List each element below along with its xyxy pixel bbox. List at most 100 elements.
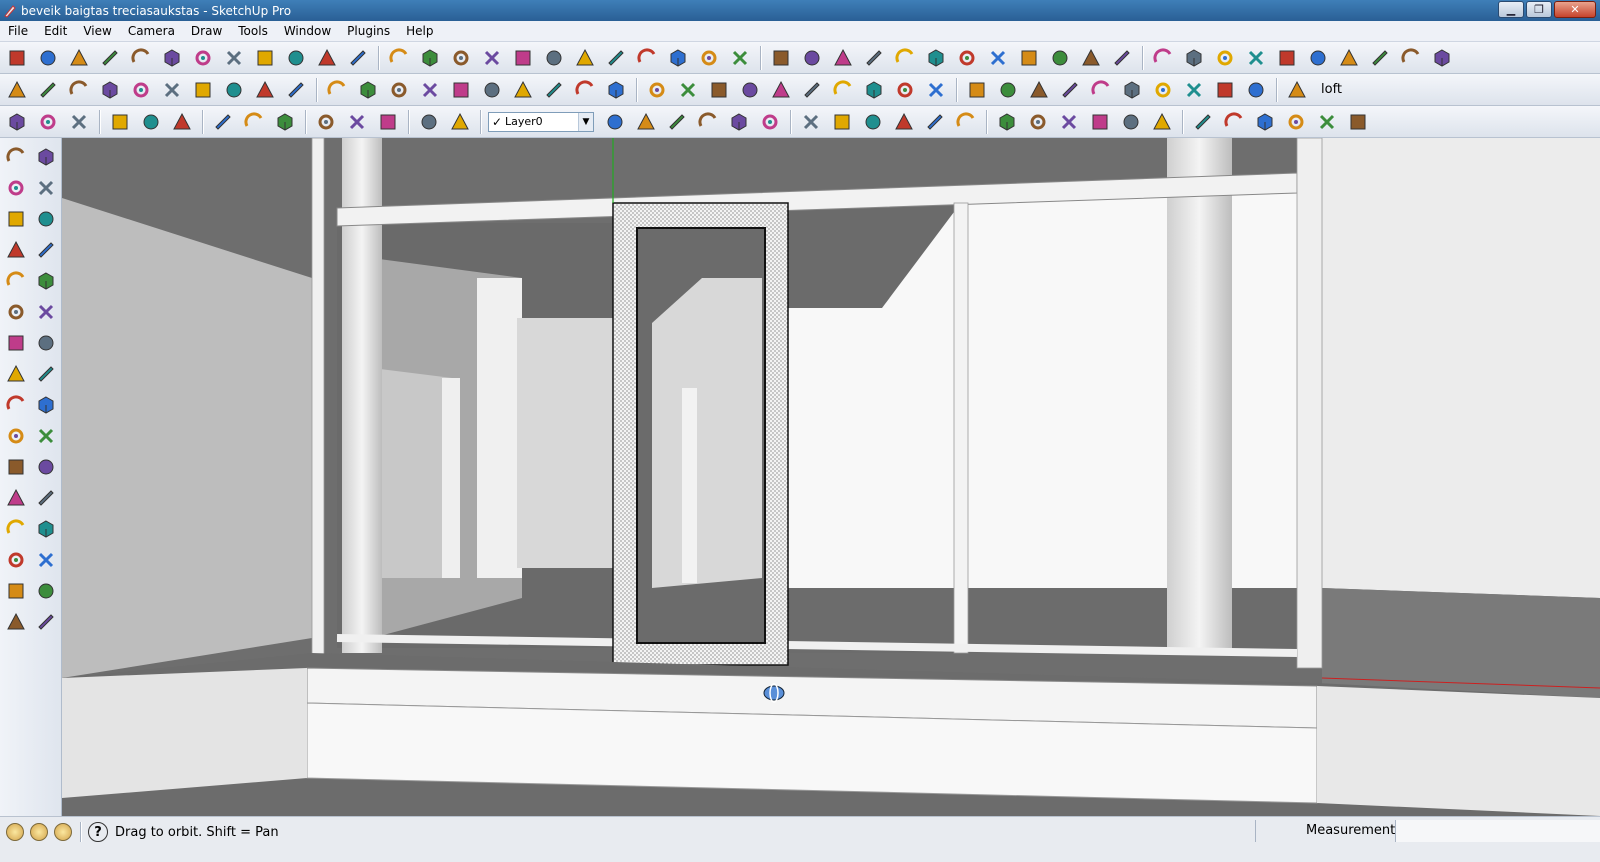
follow-me-icon[interactable] [33,330,59,356]
sandbox-icon[interactable] [830,45,856,71]
loft-button[interactable]: loft [1315,82,1348,97]
push-pull-icon[interactable] [33,299,59,325]
twist-icon[interactable] [995,77,1021,103]
lock-icon[interactable] [603,77,629,103]
ring-icon[interactable] [675,77,701,103]
circle-icon[interactable] [3,237,29,263]
arc-icon[interactable] [33,237,59,263]
left-view-icon[interactable] [1087,109,1113,135]
rotate-left-icon[interactable] [829,109,855,135]
drape-icon[interactable] [923,45,949,71]
vault-icon[interactable] [344,109,370,135]
zoom-select-icon[interactable] [35,109,61,135]
push-pull-icon[interactable] [159,45,185,71]
eye-icon[interactable] [1016,45,1042,71]
fit-icon[interactable] [66,109,92,135]
arrows-down-icon[interactable] [726,109,752,135]
blue-cut-icon[interactable] [1149,109,1175,135]
zoom-extents-icon[interactable] [510,45,536,71]
paint-bucket-icon[interactable] [252,45,278,71]
menu-draw[interactable]: Draw [183,21,230,42]
add-detail-icon[interactable] [954,45,980,71]
menu-edit[interactable]: Edit [36,21,75,42]
i-beam-icon[interactable] [169,109,195,135]
geo-icon[interactable] [4,77,30,103]
zoom-window-icon[interactable] [33,516,59,542]
axes-icon[interactable] [1274,45,1300,71]
style-icon[interactable] [799,77,825,103]
rectangle-icon[interactable] [66,45,92,71]
stamp-icon[interactable] [892,45,918,71]
geo-location-icon[interactable] [6,823,24,841]
flag-icon[interactable] [221,77,247,103]
menu-view[interactable]: View [75,21,119,42]
arc-icon[interactable] [128,45,154,71]
t-beam-icon[interactable] [138,109,164,135]
help-icon[interactable] [97,77,123,103]
roof-icon[interactable] [107,109,133,135]
fillet-icon[interactable] [1336,45,1362,71]
bonus-icon[interactable] [416,109,442,135]
eraser-icon[interactable] [33,175,59,201]
arch-icon[interactable] [1212,77,1238,103]
stairs-icon[interactable] [375,109,401,135]
xray-cube-icon[interactable] [417,77,443,103]
intersect-icon[interactable] [798,109,824,135]
close-button[interactable]: ✕ [1554,1,1596,18]
protractor-icon[interactable] [1212,45,1238,71]
marker-icon[interactable] [1221,109,1247,135]
pan-icon[interactable] [33,485,59,511]
component-icon[interactable] [33,144,59,170]
menu-camera[interactable]: Camera [120,21,183,42]
sphere-icon[interactable] [159,77,185,103]
rotate-right-icon[interactable] [860,109,886,135]
hip-roof-icon[interactable] [210,109,236,135]
minimize-button[interactable]: ▁ [1498,1,1524,18]
section-fill-icon[interactable] [664,109,690,135]
measurements-input[interactable] [1395,820,1600,842]
follow-me-icon[interactable] [386,45,412,71]
back-view-icon[interactable] [1056,109,1082,135]
zoom-icon[interactable] [479,45,505,71]
pan-icon[interactable] [448,45,474,71]
share-model-icon[interactable] [727,45,753,71]
get-models-icon[interactable] [696,45,722,71]
cube-icon[interactable] [355,77,381,103]
target-icon[interactable] [644,77,670,103]
text-icon[interactable] [33,423,59,449]
pencil-icon[interactable] [35,45,61,71]
orbit-icon[interactable] [3,485,29,511]
sphere-wire-icon[interactable] [283,77,309,103]
position-camera-icon[interactable] [3,578,29,604]
flip-edge-icon[interactable] [985,45,1011,71]
pencil-icon[interactable] [33,206,59,232]
cone-icon[interactable] [190,77,216,103]
tape-measure-icon[interactable] [221,45,247,71]
frame-icon[interactable] [272,109,298,135]
ruler-icon[interactable] [1284,77,1310,103]
wireframe-cube-icon[interactable] [386,77,412,103]
pencil-icon[interactable] [1150,45,1176,71]
bridge-icon[interactable] [1243,77,1269,103]
globe-icon[interactable] [706,77,732,103]
smoove-icon[interactable] [861,45,887,71]
align-icon[interactable] [757,109,783,135]
tree-icon[interactable] [1119,77,1145,103]
layer-dropdown[interactable]: ✓ Layer0 ▼ [488,111,594,132]
select-icon[interactable] [4,45,30,71]
next-view-icon[interactable] [572,45,598,71]
section-icon[interactable] [1109,45,1135,71]
eraser-icon[interactable] [190,45,216,71]
rotate-icon[interactable] [345,45,371,71]
push-pull-icon[interactable] [283,45,309,71]
terrain-icon[interactable] [799,45,825,71]
axes-icon[interactable] [3,454,29,480]
menu-file[interactable]: File [0,21,36,42]
section-plane-icon[interactable] [33,609,59,635]
zoom-window-icon[interactable] [4,109,30,135]
menu-plugins[interactable]: Plugins [339,21,398,42]
textured-icon[interactable] [541,77,567,103]
shape-bender-icon[interactable] [1429,45,1455,71]
tape-measure-icon[interactable] [3,392,29,418]
front-view-icon[interactable] [994,109,1020,135]
